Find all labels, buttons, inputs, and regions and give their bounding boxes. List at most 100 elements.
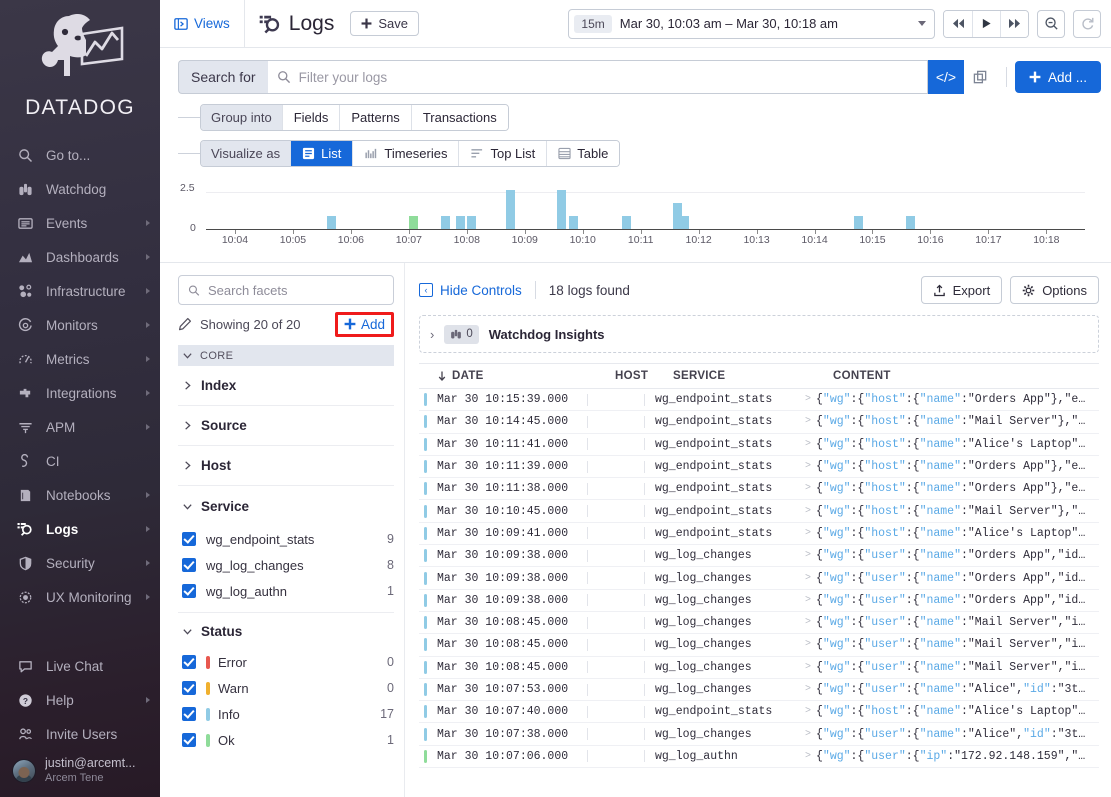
table-row[interactable]: Mar 30 10:07:06.000 wg_log_authn > {"wg":{"… — [419, 746, 1099, 769]
facet-value-row[interactable]: Warn 0 — [178, 675, 394, 701]
sidebar-item-metrics[interactable]: Metrics — [0, 342, 160, 376]
facet-value-row[interactable]: wg_log_authn 1 — [178, 578, 394, 604]
sidebar-item-watchdog[interactable]: Watchdog — [0, 172, 160, 206]
facet-value-row[interactable]: Info 17 — [178, 701, 394, 727]
options-button[interactable]: Options — [1010, 276, 1099, 304]
table-row[interactable]: Mar 30 10:14:45.000 wg_endpoint_stats > {"w… — [419, 411, 1099, 434]
sidebar-item-go-to[interactable]: Go to... — [0, 138, 160, 172]
table-row[interactable]: Mar 30 10:09:38.000 wg_log_changes > {"wg":… — [419, 567, 1099, 590]
chart-bar[interactable] — [905, 215, 915, 229]
checkbox[interactable] — [182, 655, 196, 669]
facet-core-header[interactable]: CORE — [178, 345, 394, 366]
chart-bar[interactable] — [679, 215, 689, 229]
expand-row-icon[interactable]: > — [805, 550, 811, 561]
expand-row-icon[interactable]: > — [805, 506, 811, 517]
group-into-patterns[interactable]: Patterns — [339, 104, 411, 130]
column-header-date[interactable]: DATE — [419, 370, 615, 382]
search-input-wrap[interactable] — [267, 60, 928, 94]
chart-bar[interactable] — [568, 215, 578, 229]
add-facet-button[interactable]: Add — [344, 317, 385, 332]
export-button[interactable]: Export — [920, 276, 1003, 304]
table-row[interactable]: Mar 30 10:07:53.000 wg_log_changes > {"wg":… — [419, 679, 1099, 702]
search-input[interactable] — [290, 69, 927, 85]
expand-row-icon[interactable]: > — [805, 528, 811, 539]
facet-search-box[interactable] — [178, 275, 394, 305]
table-row[interactable]: Mar 30 10:08:45.000 wg_log_changes > {"wg":… — [419, 634, 1099, 657]
sidebar-item-help[interactable]: ? Help — [0, 683, 160, 717]
expand-row-icon[interactable]: > — [805, 595, 811, 606]
facet-value-row[interactable]: wg_log_changes 8 — [178, 552, 394, 578]
chart-bar[interactable] — [409, 215, 419, 229]
facet-group-index[interactable]: Index — [178, 366, 394, 406]
checkbox[interactable] — [182, 558, 196, 572]
expand-row-icon[interactable]: > — [805, 684, 811, 695]
sidebar-item-apm[interactable]: APM — [0, 410, 160, 444]
visualize-as-table[interactable]: Table — [546, 140, 620, 166]
sidebar-item-logs[interactable]: Logs — [0, 512, 160, 546]
expand-row-icon[interactable]: > — [805, 573, 811, 584]
checkbox[interactable] — [182, 681, 196, 695]
step-back-button[interactable] — [944, 10, 972, 37]
sidebar-item-integrations[interactable]: Integrations — [0, 376, 160, 410]
table-row[interactable]: Mar 30 10:15:39.000 wg_endpoint_stats > {"w… — [419, 389, 1099, 412]
logs-histogram-chart[interactable]: 2.5 0 10:04 10:05 10:06 10:07 10:08 10:09 10:1… — [178, 180, 1097, 252]
expand-row-icon[interactable]: > — [805, 439, 811, 450]
checkbox[interactable] — [182, 707, 196, 721]
expand-row-icon[interactable]: > — [805, 461, 811, 472]
sidebar-item-live-chat[interactable]: Live Chat — [0, 649, 160, 683]
sidebar-item-ux-monitoring[interactable]: UX Monitoring — [0, 580, 160, 614]
facet-group-host[interactable]: Host — [178, 446, 394, 486]
table-row[interactable]: Mar 30 10:11:38.000 wg_endpoint_stats > {"w… — [419, 478, 1099, 501]
facet-group-source[interactable]: Source — [178, 406, 394, 446]
code-view-button[interactable]: </> — [927, 60, 964, 94]
facet-group-status[interactable]: Status — [178, 613, 394, 649]
copy-button[interactable] — [964, 60, 998, 94]
table-row[interactable]: Mar 30 10:07:38.000 wg_log_changes > {"wg":… — [419, 723, 1099, 746]
column-header-service[interactable]: SERVICE — [673, 370, 833, 382]
column-header-host[interactable]: HOST — [615, 370, 673, 382]
table-row[interactable]: Mar 30 10:08:45.000 wg_log_changes > {"wg":… — [419, 657, 1099, 679]
checkbox[interactable] — [182, 532, 196, 546]
checkbox[interactable] — [182, 584, 196, 598]
sidebar-item-notebooks[interactable]: Notebooks — [0, 478, 160, 512]
chart-bar[interactable] — [853, 215, 863, 229]
edit-pencil-icon[interactable] — [178, 317, 192, 331]
zoom-out-button[interactable] — [1037, 9, 1065, 38]
chart-bar[interactable] — [505, 189, 515, 229]
chart-bar[interactable] — [467, 215, 477, 229]
watchdog-insights-row[interactable]: › 0 Watchdog Insights — [419, 315, 1099, 353]
refresh-button[interactable] — [1073, 9, 1101, 38]
chart-bar[interactable] — [556, 189, 566, 229]
views-button[interactable]: Views — [160, 0, 245, 47]
facet-search-input[interactable] — [200, 282, 384, 298]
sidebar-item-dashboards[interactable]: Dashboards — [0, 240, 160, 274]
facet-value-row[interactable]: Ok 1 — [178, 727, 394, 753]
table-row[interactable]: Mar 30 10:11:41.000 wg_endpoint_stats > {"w… — [419, 434, 1099, 456]
expand-row-icon[interactable]: > — [805, 394, 811, 405]
add-button[interactable]: Add ... — [1014, 61, 1101, 93]
chart-bar[interactable] — [455, 215, 465, 229]
table-row[interactable]: Mar 30 10:09:41.000 wg_endpoint_stats > {"w… — [419, 523, 1099, 546]
table-row[interactable]: Mar 30 10:07:40.000 wg_endpoint_stats > {"w… — [419, 701, 1099, 724]
chart-bar[interactable] — [621, 215, 631, 229]
sidebar-item-events[interactable]: Events — [0, 206, 160, 240]
time-range-picker[interactable]: 15m Mar 30, 10:03 am – Mar 30, 10:18 am — [568, 8, 935, 39]
step-forward-button[interactable] — [1000, 10, 1028, 37]
user-account-row[interactable]: justin@arcemt... Arcem Tene — [0, 751, 160, 791]
column-header-content[interactable]: CONTENT — [833, 370, 1099, 382]
sidebar-item-infrastructure[interactable]: Infrastructure — [0, 274, 160, 308]
sidebar-item-monitors[interactable]: Monitors — [0, 308, 160, 342]
facet-value-row[interactable]: Error 0 — [178, 649, 394, 675]
visualize-as-top-list[interactable]: Top List — [458, 140, 547, 166]
table-row[interactable]: Mar 30 10:08:45.000 wg_log_changes > {"wg":… — [419, 612, 1099, 635]
table-row[interactable]: Mar 30 10:09:38.000 wg_log_changes > {"wg":… — [419, 545, 1099, 568]
table-row[interactable]: Mar 30 10:09:38.000 wg_log_changes > {"wg":… — [419, 590, 1099, 612]
expand-row-icon[interactable]: > — [805, 706, 811, 717]
sidebar-item-ci[interactable]: CI — [0, 444, 160, 478]
table-row[interactable]: Mar 30 10:11:39.000 wg_endpoint_stats > {"w… — [419, 456, 1099, 479]
expand-row-icon[interactable]: > — [805, 416, 811, 427]
expand-row-icon[interactable]: > — [805, 729, 811, 740]
play-button[interactable] — [972, 10, 1000, 37]
expand-row-icon[interactable]: > — [805, 751, 811, 762]
group-into-fields[interactable]: Fields — [281, 104, 340, 130]
